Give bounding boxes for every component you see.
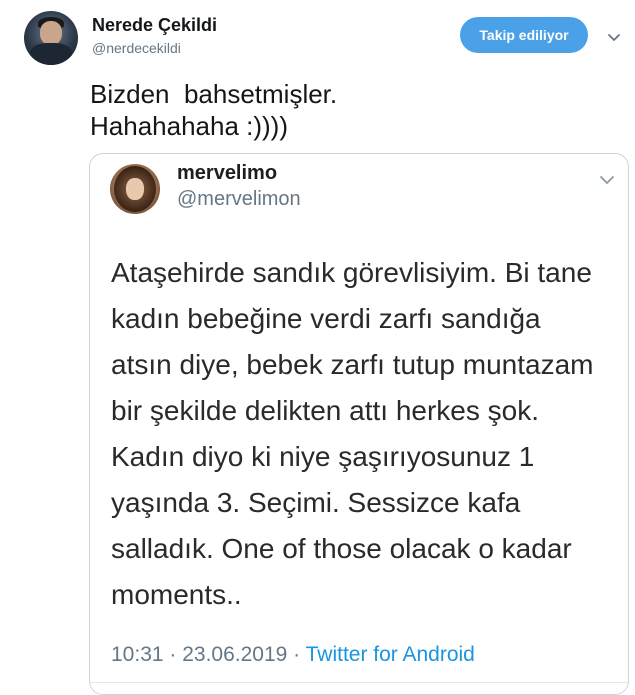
quoted-tweet-timestamp[interactable]: 10:31 · 23.06.2019 ·: [111, 643, 306, 666]
quoted-author-handle[interactable]: @mervelimon: [177, 188, 301, 211]
quoted-tweet-line: Ataşehirde sandık görevlisiyim. Bi tane: [111, 257, 592, 288]
author-avatar[interactable]: [24, 11, 78, 65]
quoted-tweet-line: atsın diye, bebek zarfı tutup muntazam: [111, 349, 594, 380]
tweet-text: Bizden bahsetmişler. Hahahahaha :)))): [90, 78, 337, 142]
avatar-body: [30, 43, 72, 65]
avatar-face: [40, 21, 62, 45]
author-handle[interactable]: @nerdecekildi: [92, 40, 181, 56]
quoted-author-display-name[interactable]: mervelimo: [177, 162, 277, 185]
quoted-tweet-source-link[interactable]: Twitter for Android: [306, 643, 475, 666]
quoted-tweet-line: Kadın diyo ki niye şaşırıyosunuz 1: [111, 441, 535, 472]
quoted-tweet-line: moments..: [111, 579, 242, 610]
chevron-down-icon[interactable]: [598, 170, 616, 188]
divider: [90, 682, 628, 683]
following-button[interactable]: Takip ediliyor: [460, 17, 588, 53]
quoted-tweet-card[interactable]: mervelimo @mervelimon Ataşehirde sandık …: [89, 153, 629, 695]
quoted-tweet-meta: 10:31 · 23.06.2019 · Twitter for Android: [111, 643, 475, 667]
quoted-tweet-line: bir şekilde delikten attı herkes şok.: [111, 395, 539, 426]
quoted-tweet-text: Ataşehirde sandık görevlisiyim. Bi tane …: [111, 250, 593, 618]
avatar-face: [126, 178, 144, 200]
quoted-tweet-line: kadın bebeğine verdi zarfı sandığa: [111, 303, 541, 334]
tweet-line: Bizden bahsetmişler.: [90, 79, 338, 109]
quoted-tweet-line: salladık. One of those olacak o kadar: [111, 533, 572, 564]
author-display-name[interactable]: Nerede Çekildi: [92, 15, 217, 36]
tweet-line: Hahahahaha :)))): [90, 111, 288, 141]
quoted-tweet-line: yaşında 3. Seçimi. Sessizce kafa: [111, 487, 521, 518]
chevron-down-icon[interactable]: [606, 29, 622, 45]
quoted-author-avatar[interactable]: [110, 164, 160, 214]
